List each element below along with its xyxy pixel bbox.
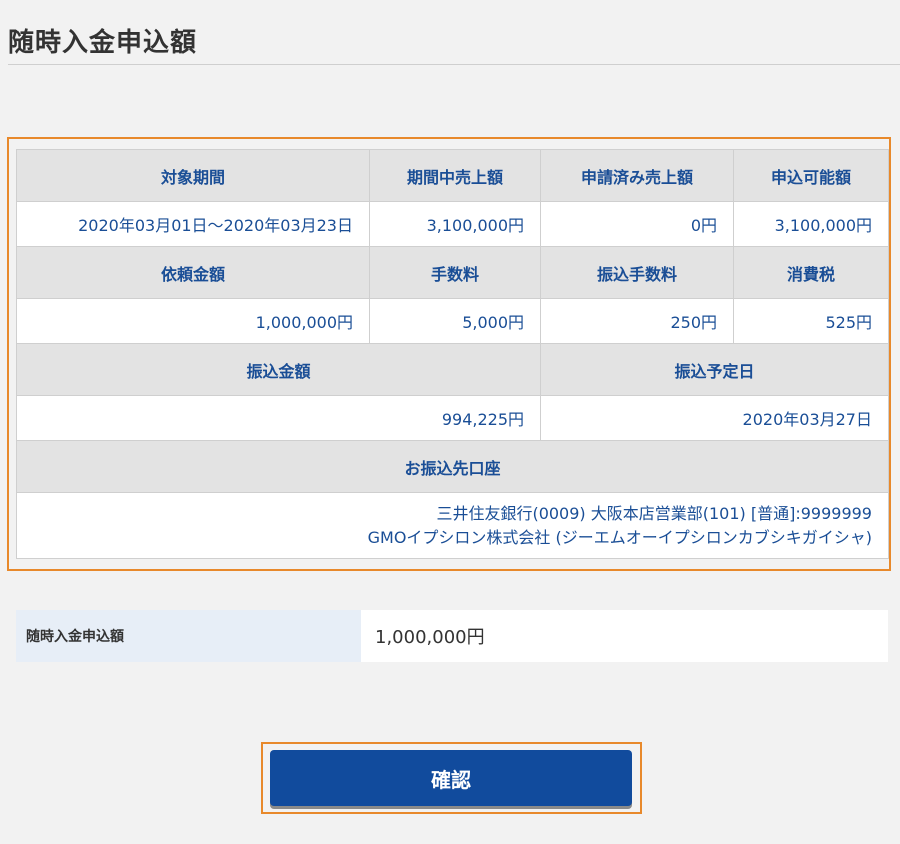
header-destination-account: お振込先口座 [16, 440, 889, 493]
header-available-amount: 申込可能額 [733, 149, 889, 202]
header-target-period: 対象期間 [16, 149, 370, 202]
period-sales-value: 3,100,000円 [369, 201, 541, 247]
header-applied-sales: 申請済み売上額 [540, 149, 734, 202]
account-bank-line: 三井住友銀行(0009) 大阪本店営業部(101) [普通]:9999999 [436, 503, 872, 523]
summary-table: 対象期間 期間中売上額 申請済み売上額 申込可能額 2020年03月01日～20… [16, 149, 889, 559]
table-row: 1,000,000円 5,000円 250円 525円 [16, 298, 889, 344]
table-header-row: 依頼金額 手数料 振込手数料 消費税 [16, 246, 889, 299]
table-header-row: お振込先口座 [16, 440, 889, 493]
transfer-amount-value: 994,225円 [16, 395, 541, 441]
confirm-button[interactable]: 確認 [270, 750, 632, 806]
deposit-amount-value: 1,000,000円 [375, 627, 485, 648]
page-title: 随時入金申込額 [8, 28, 198, 58]
header-transfer-amount: 振込金額 [16, 343, 541, 396]
deposit-amount-label: 随時入金申込額 [16, 610, 361, 662]
table-row: 2020年03月01日～2020年03月23日 3,100,000円 0円 3,… [16, 201, 889, 247]
table-row: 三井住友銀行(0009) 大阪本店営業部(101) [普通]:9999999 G… [16, 492, 889, 559]
header-period-sales: 期間中売上額 [369, 149, 541, 202]
account-holder-line: GMOイプシロン株式会社 (ジーエムオーイプシロンカブシキガイシャ) [367, 527, 872, 547]
request-amount-value: 1,000,000円 [16, 298, 370, 344]
header-scheduled-date: 振込予定日 [540, 343, 889, 396]
deposit-amount-row: 随時入金申込額 1,000,000円 [16, 610, 888, 662]
header-fee: 手数料 [369, 246, 541, 299]
available-amount-value: 3,100,000円 [733, 201, 889, 247]
header-consumption-tax: 消費税 [733, 246, 889, 299]
target-period-value: 2020年03月01日～2020年03月23日 [16, 201, 370, 247]
destination-account-value: 三井住友銀行(0009) 大阪本店営業部(101) [普通]:9999999 G… [16, 492, 889, 559]
consumption-tax-value: 525円 [733, 298, 889, 344]
applied-sales-value: 0円 [540, 201, 734, 247]
header-request-amount: 依頼金額 [16, 246, 370, 299]
title-divider [8, 64, 900, 65]
table-header-row: 対象期間 期間中売上額 申請済み売上額 申込可能額 [16, 149, 889, 202]
scheduled-date-value: 2020年03月27日 [540, 395, 889, 441]
transfer-fee-value: 250円 [540, 298, 734, 344]
header-transfer-fee: 振込手数料 [540, 246, 734, 299]
table-row: 994,225円 2020年03月27日 [16, 395, 889, 441]
table-header-row: 振込金額 振込予定日 [16, 343, 889, 396]
fee-value: 5,000円 [369, 298, 541, 344]
